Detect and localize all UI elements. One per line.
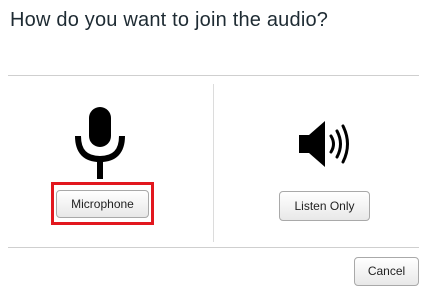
options-divider xyxy=(213,84,214,242)
speaker-icon xyxy=(299,121,349,167)
join-audio-dialog: How do you want to join the audio? Micro… xyxy=(0,0,430,296)
microphone-button[interactable]: Microphone xyxy=(56,190,149,218)
top-divider xyxy=(8,75,419,76)
cancel-button[interactable]: Cancel xyxy=(354,257,419,286)
bottom-divider xyxy=(8,247,419,248)
dialog-title: How do you want to join the audio? xyxy=(10,9,329,31)
listen-only-button[interactable]: Listen Only xyxy=(279,191,370,221)
microphone-icon xyxy=(75,107,125,179)
